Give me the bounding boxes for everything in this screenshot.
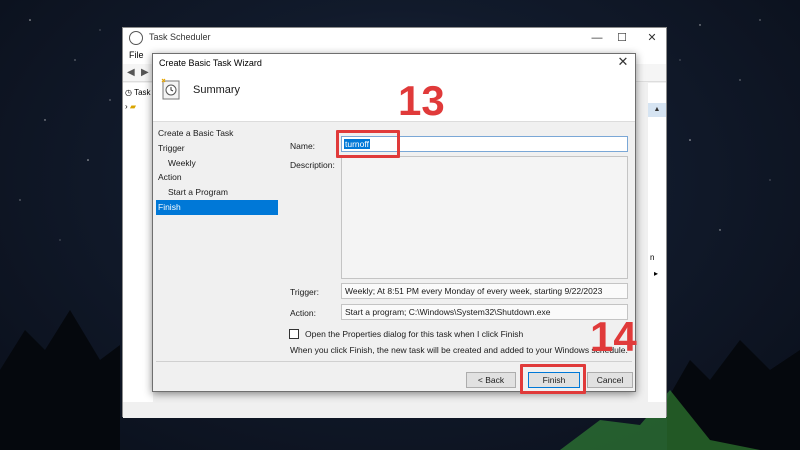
open-properties-checkbox-label[interactable]: Open the Properties dialog for this task… <box>305 329 523 339</box>
annotation-highlight-finish <box>520 364 586 394</box>
name-label: Name: <box>290 141 316 151</box>
wizard-step-weekly[interactable]: Weekly <box>156 156 278 171</box>
wizard-header: Summary <box>153 72 635 122</box>
open-properties-checkbox[interactable] <box>289 329 299 339</box>
actions-pane-item-fragment: n <box>650 253 655 262</box>
forward-arrow-icon[interactable]: ▶ <box>141 67 149 78</box>
wizard-steps-list: Create a Basic Task Trigger Weekly Actio… <box>156 126 278 215</box>
wizard-titlebar: Create Basic Task Wizard ✕ <box>153 54 635 72</box>
description-field <box>341 156 628 279</box>
navigation-tree: ◷ Task › ▰ <box>123 83 153 403</box>
task-scheduler-titlebar: Task Scheduler — ☐ ✕ <box>123 28 666 48</box>
back-button[interactable]: < Back <box>466 372 516 388</box>
menu-file[interactable]: File <box>129 50 144 60</box>
wizard-step-create-basic-task[interactable]: Create a Basic Task <box>156 126 278 141</box>
back-arrow-icon[interactable]: ◀ <box>127 67 135 78</box>
annotation-highlight-name <box>336 130 400 158</box>
task-summary-icon <box>161 78 180 100</box>
annotation-step-13: 13 <box>398 77 445 124</box>
wizard-step-action[interactable]: Action <box>156 170 278 185</box>
minimize-button[interactable]: — <box>588 30 606 46</box>
finish-note: When you click Finish, the new task will… <box>290 345 628 355</box>
wizard-close-button[interactable]: ✕ <box>615 54 631 70</box>
create-basic-task-wizard: Create Basic Task Wizard ✕ Summary Creat… <box>152 53 636 392</box>
close-button[interactable]: ✕ <box>643 30 661 46</box>
window-title: Task Scheduler <box>149 32 211 42</box>
cancel-button[interactable]: Cancel <box>587 372 633 388</box>
clock-icon <box>129 31 143 45</box>
actions-pane: ▲ n ▸ <box>648 83 666 403</box>
maximize-button[interactable]: ☐ <box>613 30 631 46</box>
folder-icon: ▰ <box>129 102 137 111</box>
description-label: Description: <box>290 160 335 170</box>
action-label: Action: <box>290 308 316 318</box>
chevron-right-icon[interactable]: ▸ <box>654 269 658 278</box>
wizard-title: Create Basic Task Wizard <box>159 58 262 68</box>
wizard-step-start-program[interactable]: Start a Program <box>156 185 278 200</box>
clock-icon: ◷ <box>125 88 132 97</box>
wizard-page-title: Summary <box>193 84 241 96</box>
bottom-panes <box>123 402 666 418</box>
wizard-divider <box>156 361 632 362</box>
wizard-step-trigger[interactable]: Trigger <box>156 141 278 156</box>
trigger-label: Trigger: <box>290 287 319 297</box>
wizard-step-finish[interactable]: Finish <box>156 199 278 215</box>
tree-item-task-scheduler[interactable]: ◷ Task <box>125 88 151 97</box>
action-value-field: Start a program; C:\Windows\System32\Shu… <box>341 304 628 320</box>
annotation-step-14: 14 <box>590 313 637 360</box>
tree-item-library[interactable]: › ▰ <box>125 102 136 111</box>
actions-pane-collapse-icon[interactable]: ▲ <box>648 103 666 117</box>
chevron-right-icon: › <box>125 102 128 111</box>
trigger-value-field: Weekly; At 8:51 PM every Monday of every… <box>341 283 628 299</box>
